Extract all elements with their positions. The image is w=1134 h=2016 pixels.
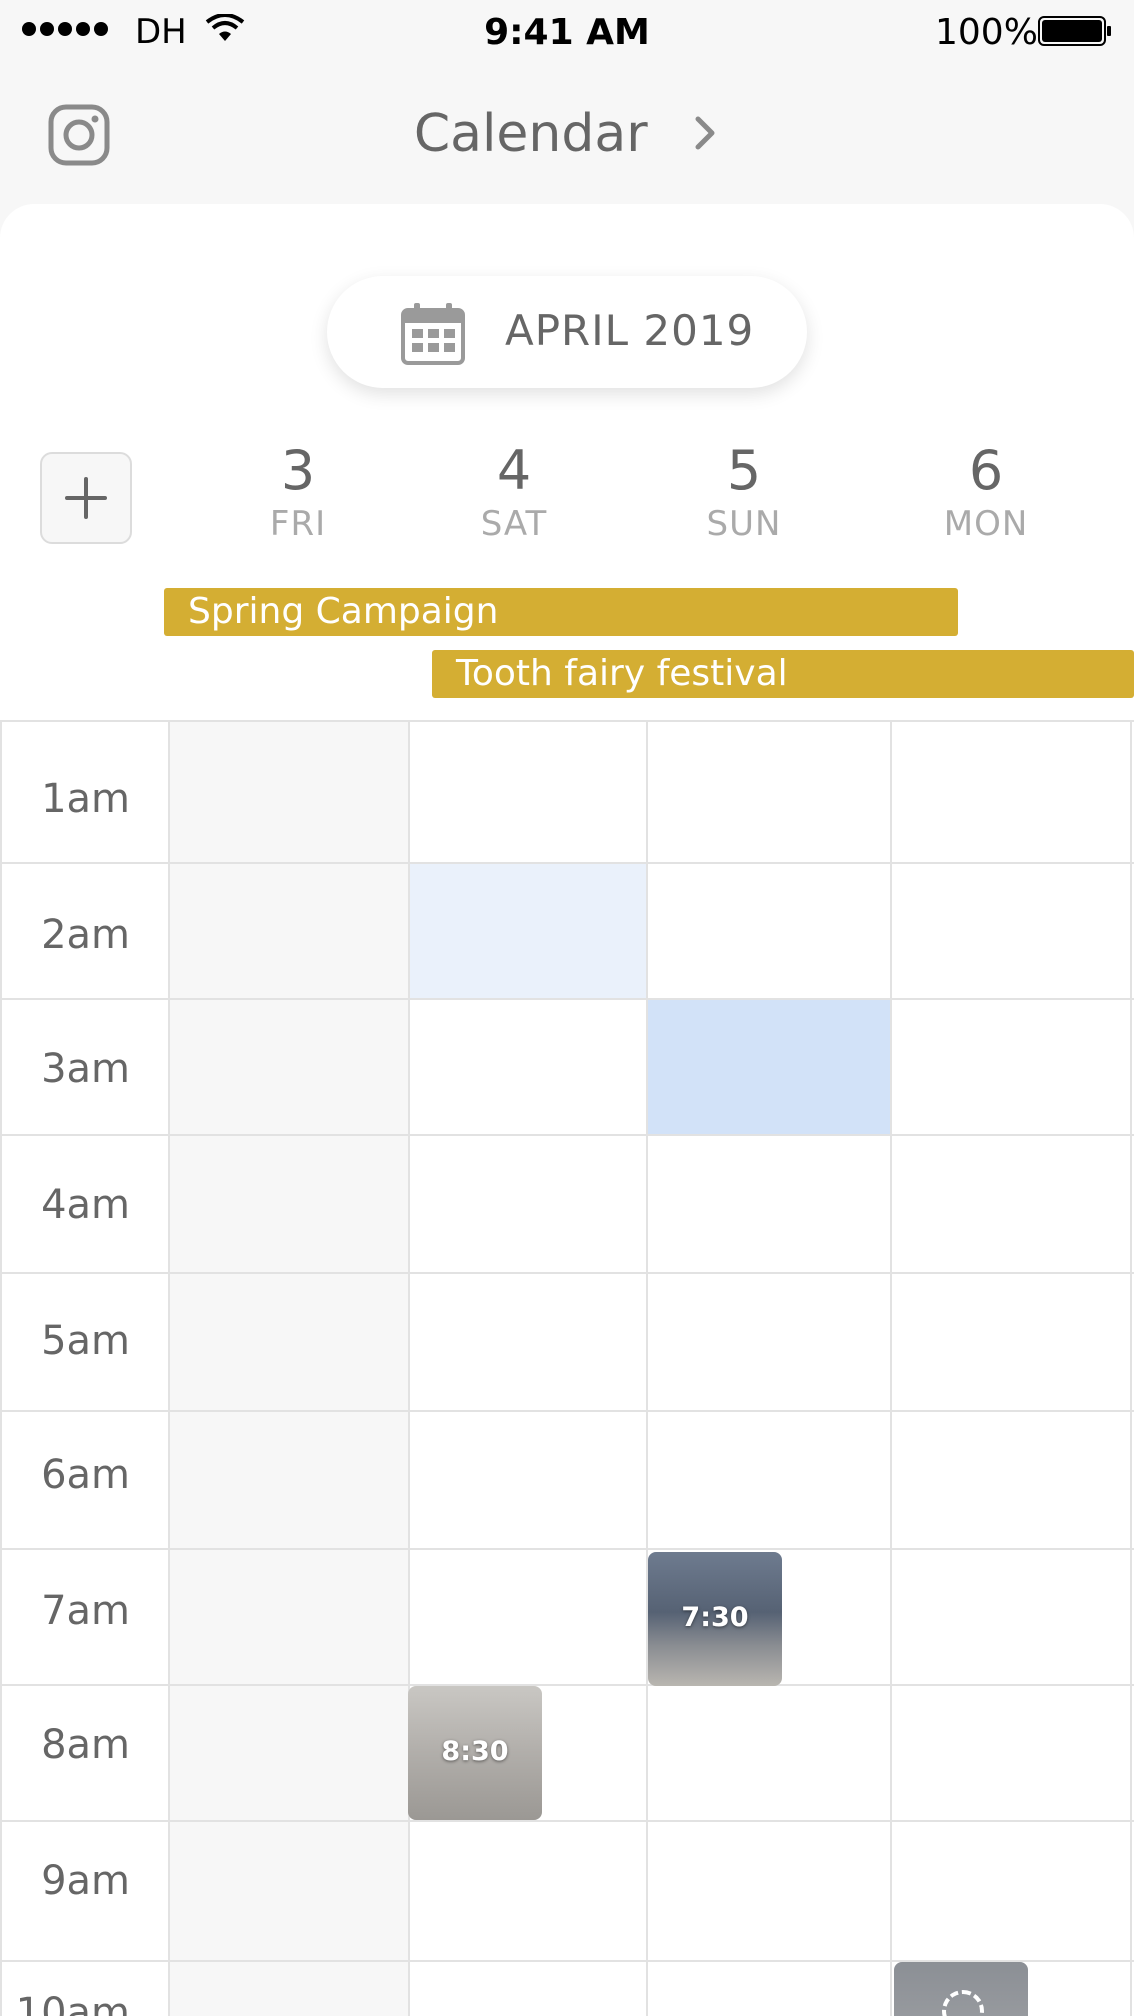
- hour-label: 6am: [41, 1452, 130, 1498]
- scheduled-post-thumbnail[interactable]: 7:30: [648, 1552, 782, 1686]
- day-of-week: MON: [943, 504, 1029, 544]
- grid-line: [0, 1410, 1134, 1412]
- header-title-button[interactable]: Calendar: [0, 104, 1134, 164]
- day-number: 6: [968, 439, 1004, 502]
- chevron-right-icon: [695, 116, 715, 150]
- grid-line: [168, 720, 170, 2016]
- event-bar-spring-campaign[interactable]: Spring Campaign: [164, 588, 958, 636]
- grid-cell-selected[interactable]: [648, 998, 892, 1134]
- scheduled-post-thumbnail[interactable]: [894, 1962, 1028, 2016]
- grid-cell-hover[interactable]: [410, 862, 648, 998]
- plus-icon: [65, 477, 107, 519]
- grid-line: [0, 862, 1134, 864]
- grid-line: [0, 1684, 1134, 1686]
- hour-label: 2am: [41, 912, 130, 958]
- time-grid[interactable]: 1am 2am 3am 4am 5am 6am 7am 8am 9am 10am…: [0, 720, 1134, 2016]
- calendar-icon: [401, 303, 465, 365]
- battery-icon: [1038, 16, 1111, 46]
- hour-label: 9am: [41, 1858, 130, 1904]
- grid-line: [0, 1548, 1134, 1550]
- loading-icon: [942, 1990, 984, 2016]
- day-of-week: SUN: [706, 504, 782, 544]
- grid-line: [1130, 720, 1132, 2016]
- grid-line: [0, 1272, 1134, 1274]
- hour-label: 7am: [41, 1588, 130, 1634]
- day-header-sat[interactable]: 4 SAT: [434, 444, 594, 545]
- grid-line: [0, 1134, 1134, 1136]
- grid-line: [0, 720, 1134, 722]
- post-time: 8:30: [441, 1736, 509, 1767]
- grid-line: [890, 720, 892, 2016]
- day-number: 3: [280, 439, 316, 502]
- hour-label: 8am: [41, 1722, 130, 1768]
- hour-label: 1am: [41, 776, 130, 822]
- hour-label: 5am: [41, 1318, 130, 1364]
- day-header-fri[interactable]: 3 FRI: [218, 444, 378, 545]
- hour-label: 4am: [41, 1182, 130, 1228]
- scheduled-post-thumbnail[interactable]: 8:30: [408, 1686, 542, 1820]
- day-header-sun[interactable]: 5 SUN: [664, 444, 824, 545]
- post-time: 7:30: [681, 1602, 749, 1633]
- add-post-button[interactable]: [40, 452, 132, 544]
- day-header-mon[interactable]: 6 MON: [906, 444, 1066, 545]
- day-number: 5: [726, 439, 762, 502]
- grid-line: [0, 998, 1134, 1000]
- grid-line: [646, 720, 648, 2016]
- day-of-week: FRI: [269, 504, 327, 544]
- grid-line: [408, 720, 410, 2016]
- status-bar: DH 9:41 AM 100%: [0, 0, 1134, 66]
- day-number: 4: [496, 439, 532, 502]
- grid-line: [0, 1820, 1134, 1822]
- day-of-week: SAT: [480, 504, 548, 544]
- month-selector-button[interactable]: APRIL 2019: [327, 276, 807, 388]
- battery-percentage: 100%: [935, 12, 1038, 53]
- hour-label: 10am: [15, 1990, 130, 2016]
- hour-label: 3am: [41, 1046, 130, 1092]
- month-label: APRIL 2019: [505, 306, 755, 355]
- event-bar-tooth-fairy-festival[interactable]: Tooth fairy festival: [432, 650, 1134, 698]
- page-title: Calendar: [413, 104, 648, 164]
